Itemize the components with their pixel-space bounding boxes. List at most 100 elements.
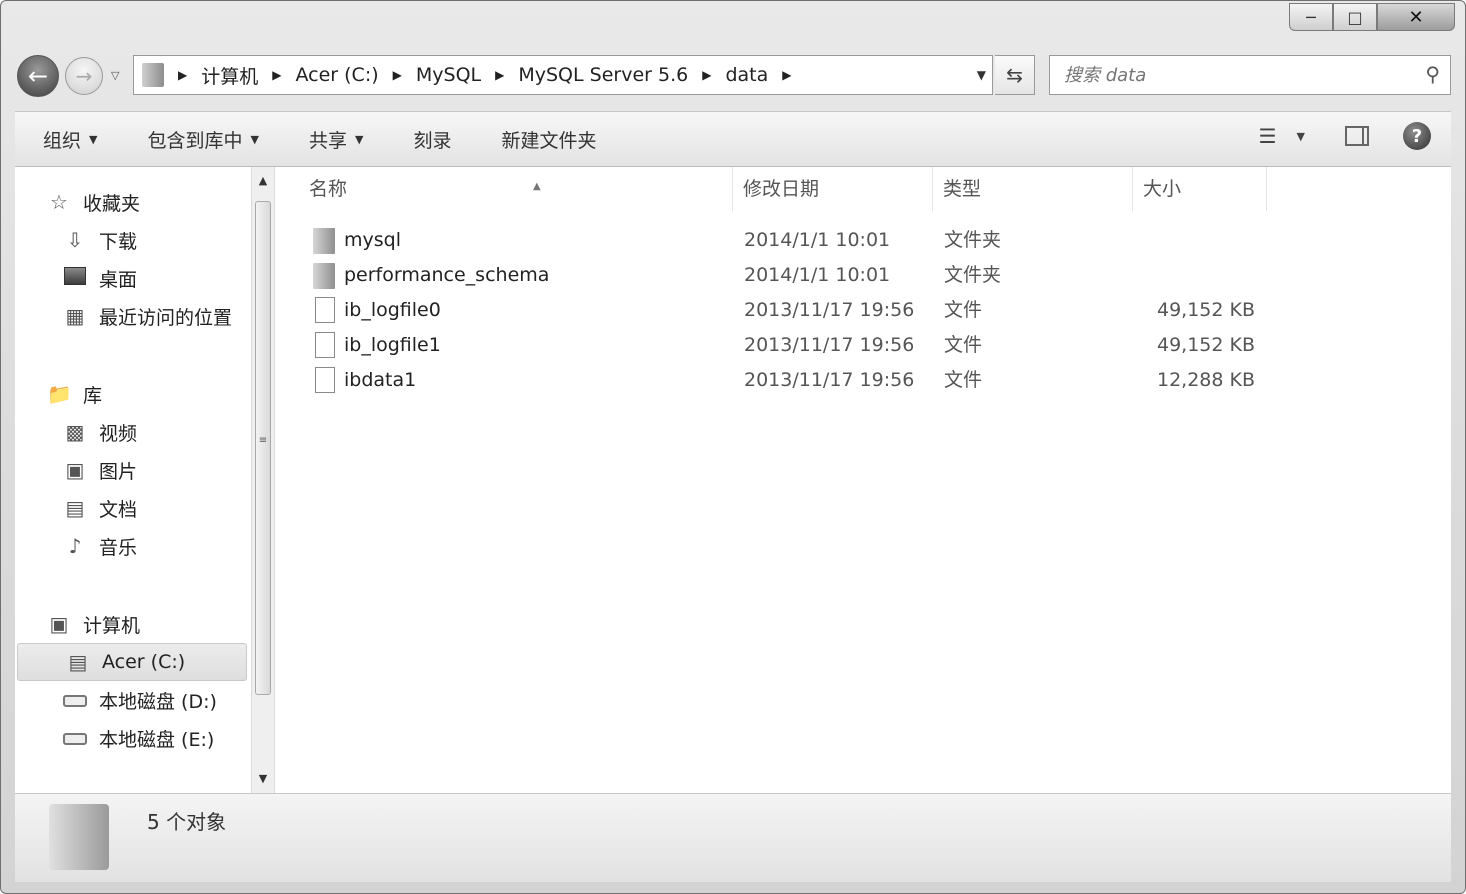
hard-drive-icon (63, 727, 87, 749)
breadcrumb-separator-icon[interactable]: ▶ (782, 68, 791, 82)
forward-arrow-icon: → (75, 64, 93, 88)
address-bar[interactable]: ▶ 计算机 ▶ Acer (C:) ▶ MySQL ▶ MySQL Server… (133, 55, 993, 95)
column-header-date[interactable]: 修改日期 (733, 167, 933, 211)
star-icon: ☆ (50, 190, 68, 214)
refresh-icon: ⇆ (1006, 63, 1023, 87)
computer-icon: ▣ (49, 612, 69, 636)
breadcrumb-data[interactable]: data (725, 64, 768, 86)
breadcrumb-computer[interactable]: 计算机 (201, 62, 258, 89)
file-row-ibdata1[interactable]: ibdata1 2013/11/17 19:56 文件 12,288 KB (277, 363, 1277, 398)
chevron-down-icon: ▼ (89, 132, 98, 146)
favorites-group: ☆ 收藏夹 ⇩ 下载 桌面 ▦ 最近访问的位置 (15, 183, 249, 335)
breadcrumb-separator-icon[interactable]: ▶ (178, 68, 187, 82)
toolbar-right: ☰ ▼ ? (1237, 122, 1431, 150)
burn-button[interactable]: 刻录 (413, 126, 451, 153)
breadcrumb-separator-icon[interactable]: ▶ (393, 68, 402, 82)
nav-favorites[interactable]: ☆ 收藏夹 (15, 183, 249, 221)
include-in-library-button[interactable]: 包含到库中 ▼ (147, 126, 258, 153)
library-icon: 📁 (47, 382, 72, 406)
folder-icon (49, 804, 109, 870)
forward-button[interactable]: → (65, 57, 103, 95)
maximize-button[interactable]: □ (1333, 3, 1377, 31)
navigation-bar: ← → ▽ ▶ 计算机 ▶ Acer (C:) ▶ MySQL ▶ MySQL … (15, 53, 1451, 99)
computer-group: ▣ 计算机 ▤ Acer (C:) 本地磁盘 (D:) 本地磁盘 (E:) (15, 605, 249, 757)
new-folder-button[interactable]: 新建文件夹 (501, 126, 596, 153)
nav-videos[interactable]: ▩ 视频 (15, 413, 249, 451)
refresh-button[interactable]: ⇆ (995, 55, 1035, 95)
back-button[interactable]: ← (17, 55, 59, 97)
desktop-icon (63, 267, 87, 289)
navigation-scrollbar[interactable]: ▲ ≡ ▼ (251, 167, 275, 793)
chevron-down-icon: ▼ (250, 132, 259, 146)
folder-icon (313, 228, 335, 254)
file-row-performance-schema[interactable]: performance_schema 2014/1/1 10:01 文件夹 (277, 258, 1277, 293)
column-header-size[interactable]: 大小 (1133, 167, 1267, 211)
help-button[interactable]: ? (1403, 122, 1431, 150)
minimize-button[interactable]: ─ (1289, 3, 1333, 31)
nav-documents[interactable]: ▤ 文档 (15, 489, 249, 527)
sort-ascending-icon: ▲ (533, 181, 541, 192)
system-drive-icon: ▤ (68, 650, 88, 674)
file-row-mysql[interactable]: mysql 2014/1/1 10:01 文件夹 (277, 223, 1277, 258)
nav-drive-d[interactable]: 本地磁盘 (D:) (15, 681, 249, 719)
chevron-down-icon: ▼ (354, 132, 364, 146)
libraries-group: 📁 库 ▩ 视频 ▣ 图片 ▤ 文档 ♪ 音乐 (15, 375, 249, 565)
file-row-ib-logfile0[interactable]: ib_logfile0 2013/11/17 19:56 文件 49,152 K… (277, 293, 1277, 328)
breadcrumb-separator-icon[interactable]: ▶ (272, 68, 281, 82)
explorer-window: ─ □ ✕ ← → ▽ ▶ 计算机 ▶ Acer (C:) ▶ MySQL ▶ … (0, 0, 1466, 894)
nav-libraries[interactable]: 📁 库 (15, 375, 249, 413)
breadcrumb-mysql[interactable]: MySQL (416, 64, 481, 86)
column-header-type[interactable]: 类型 (933, 167, 1133, 211)
close-icon: ✕ (1408, 6, 1424, 28)
main-area: ☆ 收藏夹 ⇩ 下载 桌面 ▦ 最近访问的位置 📁 库 ▩ 视频 ▣ 图片 ▤ 文档 ♪ 音乐 … (15, 167, 1451, 793)
folder-icon (313, 263, 335, 289)
address-dropdown-icon[interactable]: ▼ (977, 68, 986, 82)
nav-recent-places[interactable]: ▦ 最近访问的位置 (15, 297, 249, 335)
navigation-pane: ☆ 收藏夹 ⇩ 下载 桌面 ▦ 最近访问的位置 📁 库 ▩ 视频 ▣ 图片 ▤ 文档 ♪ 音乐 … (15, 167, 249, 793)
organize-button[interactable]: 组织 ▼ (43, 126, 97, 153)
preview-pane-button[interactable] (1345, 126, 1369, 146)
search-icon[interactable]: ⚲ (1425, 62, 1440, 86)
scrollbar-thumb[interactable]: ≡ (255, 201, 271, 695)
scroll-up-icon[interactable]: ▲ (252, 169, 274, 193)
nav-drive-c[interactable]: ▤ Acer (C:) (17, 643, 247, 681)
minimize-icon: ─ (1306, 7, 1316, 27)
downloads-icon: ⇩ (66, 228, 84, 252)
file-list: 名称 ▲ 修改日期 类型 大小 mysql 2014/1/1 10:01 文件夹 … (277, 167, 1451, 793)
close-button[interactable]: ✕ (1377, 3, 1455, 31)
search-box[interactable]: ⚲ (1049, 55, 1451, 95)
search-input[interactable] (1062, 56, 1396, 94)
maximize-icon: □ (1347, 7, 1363, 27)
nav-desktop[interactable]: 桌面 (15, 259, 249, 297)
breadcrumb-mysql-server[interactable]: MySQL Server 5.6 (518, 64, 688, 86)
column-headers: 名称 ▲ 修改日期 类型 大小 (277, 167, 1451, 211)
nav-drive-e[interactable]: 本地磁盘 (E:) (15, 719, 249, 757)
breadcrumb-separator-icon[interactable]: ▶ (495, 68, 504, 82)
recent-pages-button[interactable]: ▽ (111, 69, 119, 82)
help-icon: ? (1403, 122, 1431, 150)
view-options-button[interactable]: ☰ ▼ (1259, 124, 1305, 148)
back-arrow-icon: ← (27, 62, 49, 90)
nav-downloads[interactable]: ⇩ 下载 (15, 221, 249, 259)
folder-icon (142, 63, 164, 87)
scroll-down-icon[interactable]: ▼ (252, 767, 274, 791)
file-row-ib-logfile1[interactable]: ib_logfile1 2013/11/17 19:56 文件 49,152 K… (277, 328, 1277, 363)
nav-computer[interactable]: ▣ 计算机 (15, 605, 249, 643)
music-note-icon: ♪ (68, 534, 82, 558)
details-pane: 5 个对象 (15, 793, 1451, 882)
preview-pane-icon (1345, 126, 1369, 146)
breadcrumb-acer-c[interactable]: Acer (C:) (295, 64, 378, 86)
column-header-name[interactable]: 名称 ▲ (299, 167, 733, 211)
hard-drive-icon (63, 689, 87, 711)
grip-icon: ≡ (258, 435, 268, 446)
details-view-icon: ☰ (1258, 124, 1277, 148)
file-icon (315, 297, 335, 323)
film-icon: ▩ (65, 420, 85, 444)
recent-places-icon: ▦ (65, 304, 85, 328)
nav-pictures[interactable]: ▣ 图片 (15, 451, 249, 489)
share-button[interactable]: 共享 ▼ (309, 126, 363, 153)
breadcrumb-separator-icon[interactable]: ▶ (702, 68, 711, 82)
chevron-down-icon: ▽ (111, 69, 120, 82)
command-bar: 组织 ▼ 包含到库中 ▼ 共享 ▼ 刻录 新建文件夹 ☰ ▼ ? (15, 111, 1451, 167)
nav-music[interactable]: ♪ 音乐 (15, 527, 249, 565)
